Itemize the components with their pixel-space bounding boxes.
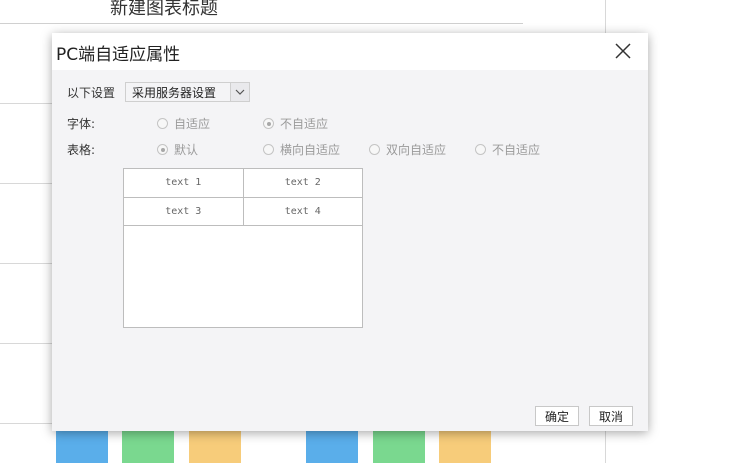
preview-cell: text 1 (124, 169, 244, 198)
radio-icon (475, 144, 486, 155)
table-label: 表格: (67, 143, 96, 157)
radio-icon (157, 118, 168, 129)
dialog-header: PC端自适应属性 (52, 33, 648, 70)
radio-checked-icon (263, 118, 274, 129)
table-option-default[interactable]: 默认 (157, 141, 198, 158)
close-icon (615, 43, 631, 59)
preview-cell: text 3 (124, 197, 244, 226)
radio-label: 横向自适应 (280, 143, 341, 157)
grid-line (0, 423, 52, 424)
settings-select-value: 采用服务器设置 (132, 85, 217, 100)
grid-line (0, 263, 52, 264)
adaptive-properties-dialog: PC端自适应属性 以下设置 采用服务器设置 字体: 自适应 不自适应 表格: 默… (52, 33, 648, 431)
radio-icon (263, 144, 274, 155)
cancel-button[interactable]: 取消 (589, 406, 633, 426)
chart-bar-1 (56, 431, 108, 463)
radio-label: 双向自适应 (386, 143, 447, 157)
chart-bar-4 (306, 431, 358, 463)
grid-line (0, 183, 52, 184)
preview-table: text 1 text 2 text 3 text 4 (124, 169, 362, 226)
font-option-not-adaptive[interactable]: 不自适应 (263, 115, 328, 132)
table-row: text 3 text 4 (124, 197, 362, 226)
chart-title[interactable]: 新建图表标题 (110, 0, 218, 20)
radio-checked-icon (157, 144, 168, 155)
settings-label: 以下设置 (67, 86, 116, 100)
title-underline (0, 23, 523, 24)
font-option-adaptive[interactable]: 自适应 (157, 115, 210, 132)
chart-bar-3 (189, 431, 241, 463)
table-row: text 1 text 2 (124, 169, 362, 198)
grid-line (0, 103, 52, 104)
close-button[interactable] (614, 42, 632, 60)
chart-bar-6 (439, 431, 491, 463)
chart-bar-2 (122, 431, 174, 463)
dialog-title: PC端自适应属性 (56, 45, 181, 65)
radio-icon (369, 144, 380, 155)
font-label: 字体: (67, 117, 96, 131)
table-preview: text 1 text 2 text 3 text 4 (123, 168, 363, 328)
settings-select[interactable]: 采用服务器设置 (125, 82, 250, 102)
ok-button[interactable]: 确定 (535, 406, 579, 426)
radio-label: 默认 (174, 143, 199, 157)
chart-bar-5 (373, 431, 425, 463)
radio-label: 不自适应 (492, 143, 541, 157)
chevron-down-icon[interactable] (230, 83, 249, 101)
radio-label: 自适应 (174, 117, 211, 131)
radio-label: 不自适应 (280, 117, 329, 131)
table-option-bidirectional[interactable]: 双向自适应 (369, 141, 446, 158)
grid-line (0, 343, 52, 344)
preview-cell: text 2 (243, 169, 362, 198)
table-option-horizontal[interactable]: 横向自适应 (263, 141, 340, 158)
preview-cell: text 4 (243, 197, 362, 226)
table-option-not-adaptive[interactable]: 不自适应 (475, 141, 540, 158)
